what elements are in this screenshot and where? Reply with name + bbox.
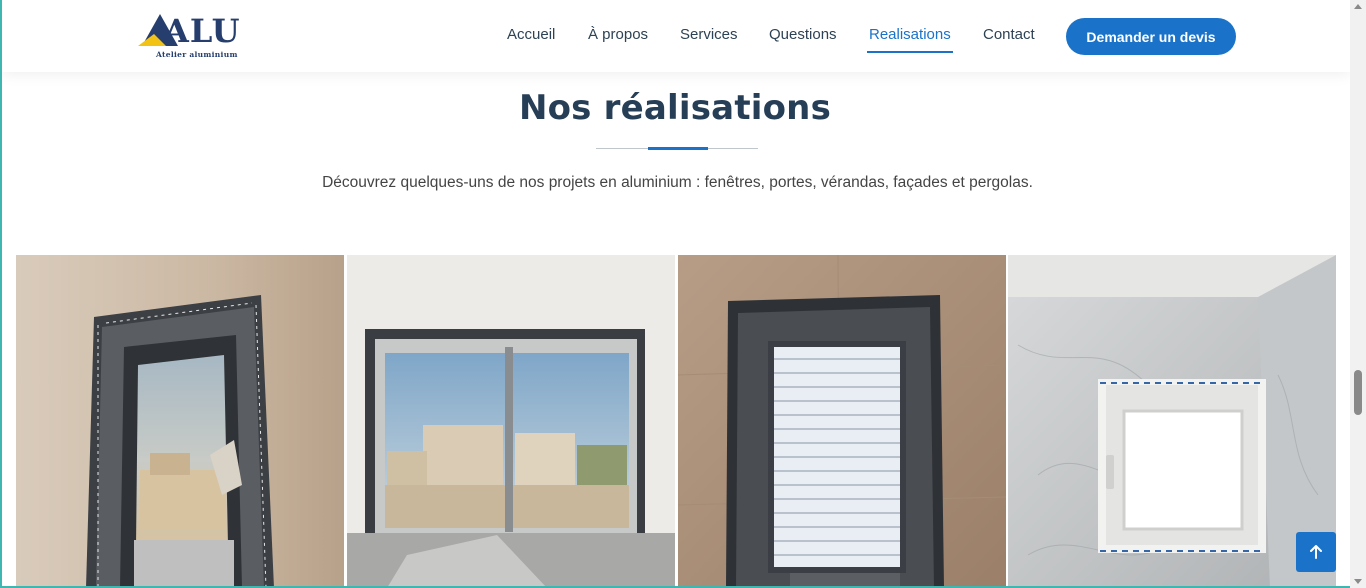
back-to-top-button[interactable]	[1296, 532, 1336, 572]
nav-item-questions[interactable]: Questions	[769, 26, 837, 43]
request-quote-button[interactable]: Demander un devis	[1066, 18, 1236, 55]
frame-edge-left	[0, 0, 2, 588]
section-subtitle: Découvrez quelques-uns de nos projets en…	[322, 174, 1033, 191]
gallery-photo[interactable]	[16, 255, 344, 588]
scroll-down-arrow-icon[interactable]	[1354, 579, 1362, 584]
nav-active-indicator	[867, 51, 953, 53]
section-title: Nos réalisations	[518, 88, 832, 128]
projects-gallery	[16, 255, 1336, 588]
gallery-photo[interactable]	[1008, 255, 1336, 588]
gallery-photo[interactable]	[347, 255, 675, 588]
main-nav: Accueil À propos Services Questions Real…	[2, 0, 1350, 72]
scrollbar-thumb[interactable]	[1354, 370, 1362, 415]
scroll-up-arrow-icon[interactable]	[1354, 4, 1362, 9]
title-divider-accent	[648, 147, 708, 150]
site-header: ALU Atelier aluminium Accueil À propos S…	[2, 0, 1350, 72]
nav-item-a-propos[interactable]: À propos	[588, 26, 648, 43]
gallery-photo[interactable]	[678, 255, 1006, 588]
nav-item-realisations[interactable]: Realisations	[869, 26, 951, 43]
nav-item-services[interactable]: Services	[680, 26, 738, 43]
page-scrollbar[interactable]	[1350, 0, 1366, 588]
nav-item-accueil[interactable]: Accueil	[507, 26, 555, 43]
arrow-up-icon	[1310, 545, 1322, 559]
nav-item-contact[interactable]: Contact	[983, 26, 1035, 43]
